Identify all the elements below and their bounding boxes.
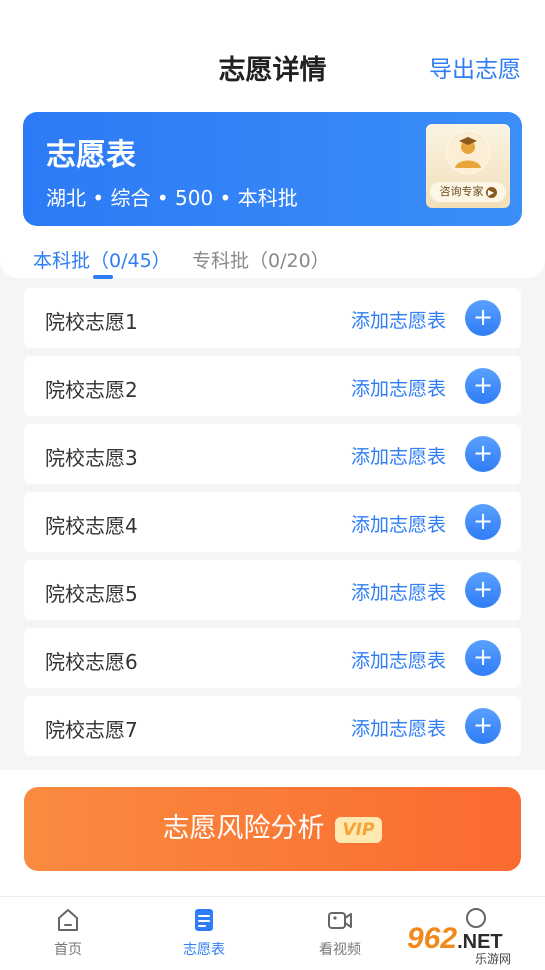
watermark-number: 962 bbox=[407, 922, 458, 955]
add-to-list-button[interactable]: 添加志愿表 bbox=[351, 374, 446, 401]
row-label: 院校志愿2 bbox=[45, 378, 138, 402]
banner-subtitle: 湖北 • 综合 • 500 • 本科批 bbox=[46, 186, 298, 210]
risk-analysis-label: 志愿风险分析 bbox=[162, 813, 325, 844]
list-item[interactable]: 院校志愿1 添加志愿表 + bbox=[24, 288, 521, 348]
row-label: 院校志愿6 bbox=[45, 650, 138, 674]
active-tab-indicator bbox=[93, 275, 113, 279]
row-label: 院校志愿4 bbox=[45, 514, 138, 538]
add-to-list-button[interactable]: 添加志愿表 bbox=[351, 714, 446, 741]
add-to-list-button[interactable]: 添加志愿表 bbox=[351, 306, 446, 333]
banner-title: 志愿表 bbox=[46, 138, 136, 173]
document-icon bbox=[195, 909, 213, 931]
consult-expert-card[interactable]: 咨询专家 ▶ bbox=[426, 124, 510, 208]
tabbar-label-video: 看视频 bbox=[319, 942, 361, 958]
tab-undergraduate[interactable]: 本科批（0/45） bbox=[33, 246, 171, 273]
row-label: 院校志愿1 bbox=[45, 310, 138, 334]
volunteer-banner: 志愿表 湖北 • 综合 • 500 • 本科批 咨询专家 ▶ bbox=[23, 112, 522, 226]
list-item[interactable]: 院校志愿2 添加志愿表 + bbox=[24, 356, 521, 416]
tabbar-item-volunteer[interactable]: 志愿表 bbox=[164, 905, 244, 959]
tabbar-label-volunteer: 志愿表 bbox=[183, 942, 225, 958]
app-header: 志愿详情 导出志愿 bbox=[0, 0, 545, 110]
plus-icon[interactable]: + bbox=[465, 640, 501, 676]
home-icon bbox=[58, 909, 78, 931]
consult-expert-label: 咨询专家 ▶ bbox=[430, 182, 506, 202]
list-item[interactable]: 院校志愿4 添加志愿表 + bbox=[24, 492, 521, 552]
risk-analysis-button[interactable]: 志愿风险分析 VIP bbox=[24, 787, 521, 871]
plus-icon[interactable]: + bbox=[465, 572, 501, 608]
watermark-subtitle: 乐游网 bbox=[475, 952, 512, 966]
arrow-right-icon: ▶ bbox=[485, 186, 497, 198]
export-button[interactable]: 导出志愿 bbox=[429, 50, 521, 84]
consult-expert-text: 咨询专家 bbox=[439, 185, 484, 198]
plus-icon[interactable]: + bbox=[465, 368, 501, 404]
site-watermark: 962.NET 乐游网 bbox=[407, 922, 537, 966]
add-to-list-button[interactable]: 添加志愿表 bbox=[351, 442, 446, 469]
tabbar-label-home: 首页 bbox=[54, 942, 82, 958]
add-to-list-button[interactable]: 添加志愿表 bbox=[351, 646, 446, 673]
row-label: 院校志愿5 bbox=[45, 582, 138, 606]
tabbar-item-home[interactable]: 首页 bbox=[28, 905, 108, 959]
plus-icon[interactable]: + bbox=[465, 504, 501, 540]
row-label: 院校志愿3 bbox=[45, 446, 138, 470]
list-item[interactable]: 院校志愿7 添加志愿表 + bbox=[24, 696, 521, 756]
video-camera-icon bbox=[328, 912, 352, 929]
row-label: 院校志愿7 bbox=[45, 718, 138, 742]
plus-icon[interactable]: + bbox=[465, 300, 501, 336]
tabbar-item-video[interactable]: 看视频 bbox=[300, 905, 380, 959]
list-item[interactable]: 院校志愿6 添加志愿表 + bbox=[24, 628, 521, 688]
batch-tabs: 本科批（0/45） 专科批（0/20） bbox=[0, 238, 545, 279]
list-item[interactable]: 院校志愿5 添加志愿表 + bbox=[24, 560, 521, 620]
add-to-list-button[interactable]: 添加志愿表 bbox=[351, 578, 446, 605]
list-item[interactable]: 院校志愿3 添加志愿表 + bbox=[24, 424, 521, 484]
add-to-list-button[interactable]: 添加志愿表 bbox=[351, 510, 446, 537]
tab-junior-college[interactable]: 专科批（0/20） bbox=[192, 246, 330, 273]
vip-badge: VIP bbox=[334, 816, 383, 843]
expert-avatar-icon bbox=[446, 130, 490, 174]
plus-icon[interactable]: + bbox=[465, 436, 501, 472]
bottom-action-panel: 志愿风险分析 VIP bbox=[0, 770, 545, 896]
plus-icon[interactable]: + bbox=[465, 708, 501, 744]
